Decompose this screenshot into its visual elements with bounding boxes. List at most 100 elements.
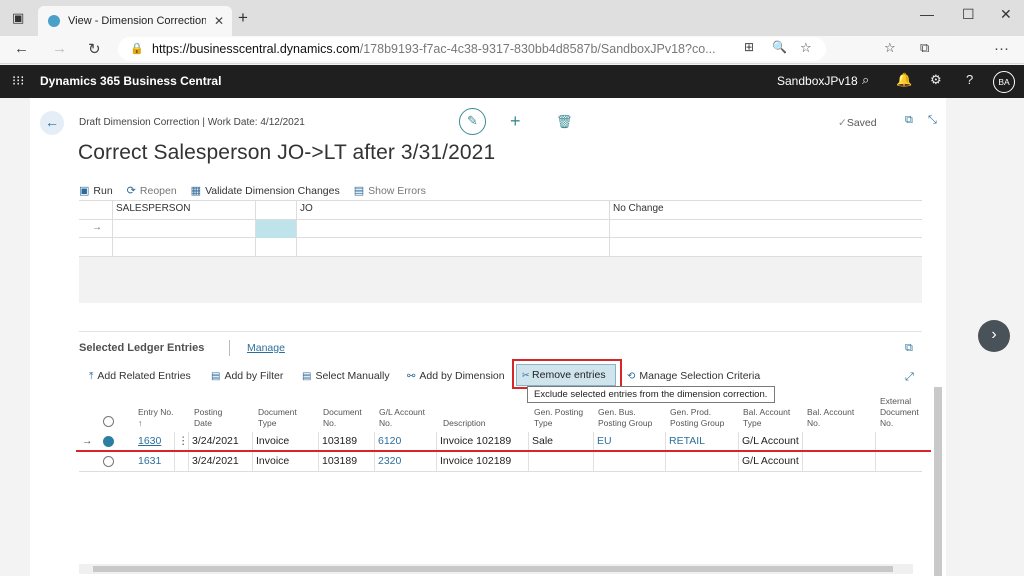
gen-bus-posting-group-cell[interactable]: EU bbox=[594, 432, 666, 452]
add-by-dimension-button[interactable]: ⚯ Add by Dimension bbox=[407, 370, 505, 382]
horizontal-scrollbar[interactable] bbox=[79, 564, 913, 574]
manage-link[interactable]: Manage bbox=[247, 342, 285, 354]
document-type-cell[interactable]: Invoice bbox=[253, 432, 319, 452]
edit-icon[interactable]: ✎ bbox=[459, 108, 486, 135]
entry-no-cell[interactable]: 1630 bbox=[135, 432, 175, 452]
share-icon[interactable]: ⧉ bbox=[905, 342, 913, 355]
gl-account-cell[interactable]: 2320 bbox=[375, 452, 437, 472]
entry-no-cell[interactable]: 1631 bbox=[135, 452, 175, 472]
favorites-icon[interactable]: ☆ bbox=[884, 40, 896, 56]
header-description[interactable]: Description bbox=[443, 418, 486, 429]
header-gl-account-no[interactable]: G/L Account No. bbox=[379, 407, 431, 429]
table-row[interactable]: → 1630 ⋮ 3/24/2021 Invoice 103189 6120 I… bbox=[79, 432, 922, 452]
selected-cell[interactable] bbox=[256, 220, 297, 239]
header-bal-account-type[interactable]: Bal. Account Type bbox=[743, 407, 798, 429]
new-tab-icon[interactable]: + bbox=[238, 8, 248, 28]
browser-tabstrip: ▣ View - Dimension Corrections - D ✕ + —… bbox=[0, 0, 1024, 36]
row-menu-icon[interactable]: ⋮ bbox=[175, 432, 189, 452]
header-gen-prod-posting-group[interactable]: Gen. Prod. Posting Group bbox=[670, 407, 732, 429]
document-no-cell[interactable]: 103189 bbox=[319, 452, 375, 472]
page-title: Correct Salesperson JO->LT after 3/31/20… bbox=[78, 141, 496, 164]
favorite-add-icon[interactable]: ☆ bbox=[800, 40, 812, 56]
table-row[interactable]: SALESPERSON JO No Change bbox=[79, 201, 922, 220]
document-no-cell[interactable]: 103189 bbox=[319, 432, 375, 452]
header-bal-account-no[interactable]: Bal. Account No. bbox=[807, 407, 862, 429]
close-tab-icon[interactable]: ✕ bbox=[214, 14, 224, 28]
delete-icon[interactable]: 🗑 bbox=[556, 114, 573, 130]
header-entry-no[interactable]: Entry No. ↑ bbox=[138, 407, 178, 429]
notification-icon[interactable]: 🔔 bbox=[896, 72, 912, 88]
address-bar[interactable]: 🔒 https://businesscentral.dynamics.com/1… bbox=[118, 37, 826, 61]
avatar[interactable]: BA bbox=[993, 71, 1015, 93]
table-row[interactable]: → bbox=[79, 220, 922, 239]
apps-icon[interactable]: ⊞ bbox=[744, 40, 754, 54]
collections-icon[interactable]: ⧉ bbox=[920, 40, 929, 56]
header-gen-bus-posting-group[interactable]: Gen. Bus. Posting Group bbox=[598, 407, 660, 429]
select-all-radio[interactable] bbox=[103, 416, 114, 427]
header-document-type[interactable]: Document Type bbox=[258, 407, 308, 429]
tab-title: View - Dimension Corrections - D bbox=[68, 15, 206, 27]
personalize-icon[interactable]: ⤢ bbox=[905, 371, 914, 384]
gl-account-cell[interactable]: 6120 bbox=[375, 432, 437, 452]
waffle-icon[interactable]: ⁝⁝⁝ bbox=[12, 73, 24, 89]
bal-account-no-cell[interactable] bbox=[803, 452, 876, 472]
collapse-icon[interactable]: ⤡ bbox=[928, 114, 937, 127]
bal-account-no-cell[interactable] bbox=[803, 432, 876, 452]
add-by-filter-button[interactable]: ▤ Add by Filter bbox=[211, 370, 283, 382]
back-button[interactable]: ← bbox=[40, 111, 64, 135]
back-icon[interactable]: ← bbox=[14, 40, 29, 57]
gen-prod-posting-group-cell[interactable] bbox=[666, 452, 739, 472]
environment-name[interactable]: SandboxJPv18 bbox=[777, 74, 858, 88]
posting-date-cell[interactable]: 3/24/2021 bbox=[189, 432, 253, 452]
row-select-radio[interactable] bbox=[103, 456, 114, 467]
external-document-no-cell[interactable] bbox=[876, 432, 922, 452]
refresh-icon[interactable]: ↻ bbox=[88, 40, 101, 58]
bal-account-type-cell[interactable]: G/L Account bbox=[739, 452, 803, 472]
dimension-code-cell[interactable]: SALESPERSON bbox=[113, 201, 256, 220]
scrollbar-thumb[interactable] bbox=[93, 566, 893, 572]
remove-entries-button[interactable]: ✂ Remove entries bbox=[516, 364, 616, 386]
header-external-document-no[interactable]: External Document No. bbox=[880, 396, 924, 429]
description-cell[interactable]: Invoice 102189 bbox=[437, 432, 529, 452]
search-icon[interactable]: ⌕ bbox=[862, 72, 869, 88]
description-cell[interactable]: Invoice 102189 bbox=[437, 452, 529, 472]
table-row[interactable] bbox=[79, 238, 922, 257]
browser-tab[interactable]: View - Dimension Corrections - D ✕ bbox=[38, 6, 232, 36]
validate-button[interactable]: ▦ Validate Dimension Changes bbox=[191, 184, 340, 198]
posting-date-cell[interactable]: 3/24/2021 bbox=[189, 452, 253, 472]
settings-icon[interactable]: ⚙ bbox=[930, 72, 942, 88]
bal-account-type-cell[interactable]: G/L Account bbox=[739, 432, 803, 452]
maximize-icon[interactable]: ☐ bbox=[962, 6, 975, 23]
gen-bus-posting-group-cell[interactable] bbox=[594, 452, 666, 472]
external-document-no-cell[interactable] bbox=[876, 452, 922, 472]
minimize-icon[interactable]: — bbox=[920, 6, 934, 22]
select-manually-button[interactable]: ▤ Select Manually bbox=[302, 370, 390, 382]
header-gen-posting-type[interactable]: Gen. Posting Type bbox=[534, 407, 589, 429]
row-selected-check-icon[interactable] bbox=[103, 436, 114, 447]
close-window-icon[interactable]: ✕ bbox=[1000, 6, 1012, 23]
gen-prod-posting-group-cell[interactable]: RETAIL bbox=[666, 432, 739, 452]
manage-criteria-button[interactable]: ⟲ Manage Selection Criteria bbox=[627, 370, 760, 382]
zoom-icon[interactable]: 🔍 bbox=[772, 40, 787, 54]
help-icon[interactable]: ? bbox=[966, 72, 973, 87]
forward-icon[interactable]: → bbox=[52, 40, 67, 57]
run-button[interactable]: ▣ Run bbox=[79, 184, 113, 198]
app-name: Dynamics 365 Business Central bbox=[40, 74, 222, 88]
tab-actions-icon[interactable]: ▣ bbox=[12, 10, 24, 26]
new-value-cell[interactable]: No Change bbox=[610, 201, 922, 220]
more-icon[interactable]: ··· bbox=[994, 40, 1009, 57]
header-document-no[interactable]: Document No. bbox=[323, 407, 373, 429]
open-new-window-icon[interactable]: ⧉ bbox=[905, 114, 913, 127]
next-record-button[interactable]: › bbox=[978, 320, 1010, 352]
add-related-entries-button[interactable]: ⤒ Add Related Entries bbox=[89, 370, 191, 382]
gen-posting-type-cell[interactable]: Sale bbox=[529, 432, 594, 452]
dimension-value-cell[interactable]: JO bbox=[297, 201, 610, 220]
table-row[interactable]: 1631 3/24/2021 Invoice 103189 2320 Invoi… bbox=[79, 452, 922, 472]
reopen-button[interactable]: ⟳ Reopen bbox=[127, 184, 177, 198]
document-type-cell[interactable]: Invoice bbox=[253, 452, 319, 472]
gen-posting-type-cell[interactable] bbox=[529, 452, 594, 472]
show-errors-button[interactable]: ▤ Show Errors bbox=[354, 184, 426, 198]
add-icon[interactable]: + bbox=[510, 111, 521, 132]
header-posting-date[interactable]: Posting Date bbox=[194, 407, 234, 429]
vertical-scrollbar[interactable] bbox=[934, 387, 942, 576]
